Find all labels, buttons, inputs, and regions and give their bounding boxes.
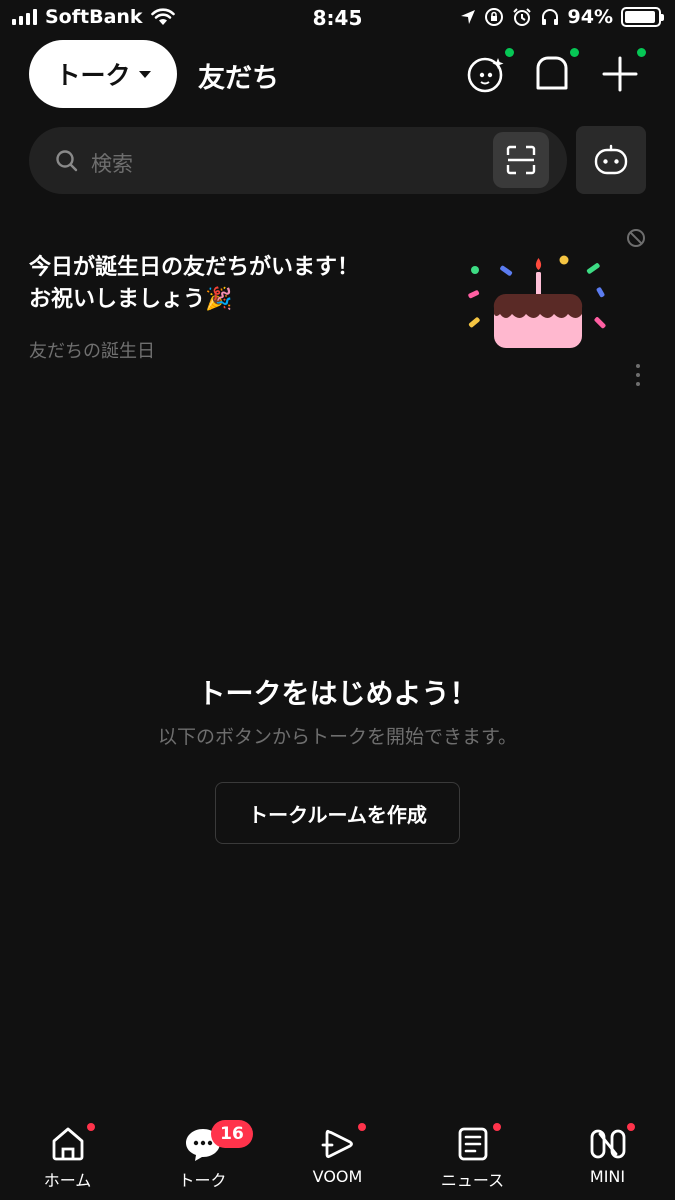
voom-alert-dot bbox=[358, 1123, 366, 1131]
voom-icon bbox=[321, 1129, 353, 1159]
caret-down-icon bbox=[138, 70, 151, 78]
talk-tab-label: トーク bbox=[55, 61, 131, 90]
mini-alert-dot bbox=[627, 1123, 635, 1131]
search-icon bbox=[56, 150, 78, 172]
block-icon[interactable] bbox=[626, 228, 646, 248]
search-placeholder: 検索 bbox=[91, 152, 133, 176]
tab-label: ホーム bbox=[43, 1171, 92, 1190]
empty-state-description: 以下のボタンからトークを開始できます。 bbox=[157, 726, 518, 748]
qr-scan-button[interactable] bbox=[493, 132, 549, 188]
news-alert-dot bbox=[493, 1123, 501, 1131]
scan-icon bbox=[506, 145, 536, 175]
notification-dot bbox=[505, 48, 514, 57]
tab-label: ニュース bbox=[440, 1171, 505, 1190]
birthday-cake-icon bbox=[468, 255, 606, 348]
robot-face-icon bbox=[594, 144, 628, 175]
face-sparkle-icon[interactable] bbox=[466, 54, 506, 94]
search-input[interactable]: 検索 bbox=[29, 127, 567, 194]
ai-chat-button[interactable] bbox=[576, 126, 646, 194]
headphones-icon bbox=[541, 9, 558, 25]
notification-dot bbox=[637, 48, 646, 57]
empty-state-title: トークをはじめよう！ bbox=[197, 677, 478, 710]
status-bar: SoftBank 8:45 94% bbox=[0, 0, 675, 38]
news-icon bbox=[458, 1127, 487, 1161]
mini-icon bbox=[590, 1129, 625, 1159]
tab-talk[interactable]: トーク bbox=[135, 1110, 270, 1200]
battery-percent: 94% bbox=[567, 6, 613, 28]
birthday-line-2-text: お祝いしましょう bbox=[29, 287, 206, 312]
header: トーク 友だち bbox=[0, 40, 675, 110]
home-alert-dot bbox=[87, 1123, 95, 1131]
alarm-icon bbox=[512, 8, 531, 26]
rotation-lock-icon bbox=[484, 8, 503, 26]
tab-voom[interactable]: VOOM bbox=[270, 1110, 405, 1200]
party-popper-emoji: 🎉 bbox=[205, 287, 233, 312]
tab-label: トーク bbox=[178, 1171, 227, 1190]
create-talk-room-button[interactable]: トークルームを作成 bbox=[215, 782, 460, 844]
tab-home[interactable]: ホーム bbox=[0, 1110, 135, 1200]
birthday-caption: 友だちの誕生日 bbox=[29, 341, 155, 362]
talk-unread-badge: 16 bbox=[211, 1120, 253, 1148]
notification-dot bbox=[570, 48, 579, 57]
birthday-line-1: 今日が誕生日の友だちがいます！ bbox=[29, 255, 360, 280]
chat-bubble-icon[interactable] bbox=[532, 54, 572, 94]
tab-news[interactable]: ニュース bbox=[405, 1110, 540, 1200]
plus-icon[interactable] bbox=[600, 54, 640, 94]
location-arrow-icon bbox=[460, 10, 475, 24]
tab-bar: ホーム トーク VOOM ニュース MINI bbox=[0, 1110, 675, 1200]
talk-tab-dropdown[interactable]: トーク bbox=[29, 40, 177, 108]
home-icon bbox=[52, 1127, 83, 1161]
battery-icon bbox=[621, 7, 664, 27]
birthday-line-2: お祝いしましょう🎉 bbox=[29, 284, 359, 316]
birthday-title[interactable]: 今日が誕生日の友だちがいます！ お祝いしましょう🎉 bbox=[29, 252, 359, 316]
tab-mini[interactable]: MINI bbox=[540, 1110, 675, 1200]
status-right: 94% bbox=[460, 6, 664, 28]
tab-label: MINI bbox=[589, 1167, 626, 1186]
tab-label: VOOM bbox=[312, 1167, 363, 1186]
friends-tab[interactable]: 友だち bbox=[198, 56, 279, 95]
more-options-icon[interactable] bbox=[631, 362, 645, 388]
